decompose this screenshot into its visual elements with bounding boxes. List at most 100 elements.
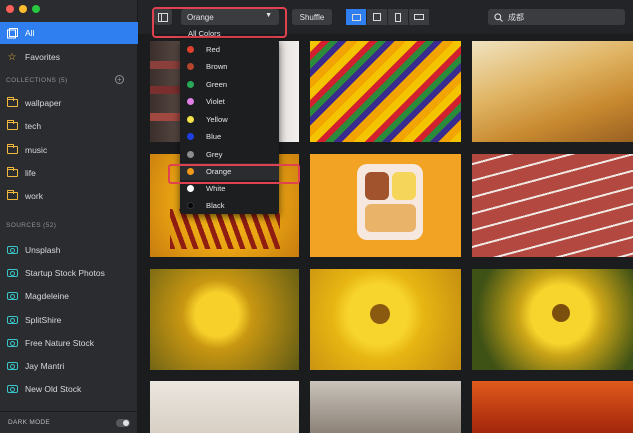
color-swatch <box>187 46 194 53</box>
sidebar-item-splitshire[interactable]: SplitShire <box>0 309 138 331</box>
photo-tile[interactable] <box>310 269 461 370</box>
folder-icon <box>6 144 18 156</box>
search-icon <box>494 12 503 22</box>
folder-icon <box>6 167 18 179</box>
color-swatch <box>187 185 194 192</box>
photo-tile[interactable] <box>472 41 633 142</box>
close-window-button[interactable] <box>6 5 14 13</box>
color-option-label: White <box>206 184 226 193</box>
sidebar-item-startup-stock-photos[interactable]: Startup Stock Photos <box>0 262 138 284</box>
star-icon: ☆ <box>7 51 17 63</box>
sidebar-item-wallpaper[interactable]: wallpaper <box>0 92 138 114</box>
sidebar-item-work[interactable]: work <box>0 185 138 207</box>
color-swatch <box>187 116 194 123</box>
photo-tile[interactable] <box>310 154 461 257</box>
photos-icon <box>6 27 18 39</box>
sidebar-item-label: Jay Mantri <box>25 361 65 371</box>
photo-tile[interactable] <box>150 269 299 370</box>
color-option-black[interactable]: Black <box>180 197 279 214</box>
camera-icon <box>6 290 18 302</box>
photo-tile[interactable] <box>472 381 633 433</box>
color-option-label: Grey <box>206 150 223 159</box>
sidebar-item-label: life <box>25 168 36 178</box>
collections-header: COLLECTIONS (5) + <box>6 75 132 84</box>
sidebar-item-music[interactable]: music <box>0 139 138 161</box>
dark-mode-label: DARK MODE <box>8 419 51 426</box>
shuffle-button[interactable]: Shuffle <box>292 9 332 25</box>
collections-header-label: COLLECTIONS (5) <box>6 77 68 84</box>
zoom-window-button[interactable] <box>32 5 40 13</box>
color-option-green[interactable]: Green <box>180 76 279 93</box>
color-option-brown[interactable]: Brown <box>180 58 279 75</box>
add-collection-icon[interactable]: + <box>115 75 124 84</box>
sidebar-item-new-old-stock[interactable]: New Old Stock <box>0 378 138 400</box>
color-option-label: Red <box>206 45 220 54</box>
photo-tile[interactable] <box>472 154 633 257</box>
search-input[interactable]: 成都 <box>508 12 524 23</box>
sidebar-item-unsplash[interactable]: Unsplash <box>0 239 138 261</box>
color-swatch <box>187 81 194 88</box>
dark-mode-row: DARK MODE <box>0 411 138 433</box>
sidebar-item-label: New Old Stock <box>25 384 82 394</box>
color-option-grey[interactable]: Grey <box>180 146 279 163</box>
color-option-label: Black <box>206 201 225 210</box>
color-swatch <box>187 133 194 140</box>
sidebar-item-life[interactable]: life <box>0 162 138 184</box>
layout-square-button[interactable] <box>367 9 387 25</box>
photo-tile[interactable] <box>150 381 299 433</box>
sidebar-item-label: music <box>25 145 48 155</box>
sidebar-item-favorites[interactable]: ☆ Favorites <box>0 46 138 68</box>
camera-icon <box>6 244 18 256</box>
color-option-yellow[interactable]: Yellow <box>180 111 279 128</box>
color-option-red[interactable]: Red <box>180 41 279 58</box>
photo-tile[interactable] <box>310 381 461 433</box>
layout-landscape-button[interactable] <box>409 9 429 25</box>
color-option-label: Brown <box>206 62 228 71</box>
color-dropdown-menu: Red Brown Green Violet Yellow Blue Grey <box>180 39 279 214</box>
layout-portrait-button[interactable] <box>388 9 408 25</box>
color-option-label: Blue <box>206 132 222 141</box>
search-field[interactable]: 成都 <box>488 9 625 25</box>
layout-grid-button[interactable] <box>346 9 366 25</box>
sidebar-item-magdeleine[interactable]: Magdeleine <box>0 285 138 307</box>
sidebar-item-label: Magdeleine <box>25 291 69 301</box>
sources-header: SOURCES (52) <box>6 222 57 229</box>
photo-tile[interactable] <box>472 269 633 370</box>
selected-option-highlight <box>168 164 300 184</box>
camera-icon <box>6 267 18 279</box>
sidebar: All ☆ Favorites COLLECTIONS (5) + wallpa… <box>0 0 138 433</box>
color-swatch <box>187 98 194 105</box>
color-option-blue[interactable]: Blue <box>180 128 279 145</box>
color-option-violet[interactable]: Violet <box>180 93 279 110</box>
color-swatch <box>187 63 194 70</box>
color-option-label: Yellow <box>206 115 228 124</box>
app-window: All ☆ Favorites COLLECTIONS (5) + wallpa… <box>0 0 633 433</box>
sidebar-item-label: work <box>25 191 43 201</box>
sidebar-item-label: All <box>25 28 35 38</box>
layout-switcher <box>346 9 430 25</box>
camera-icon <box>6 314 18 326</box>
window-controls <box>6 5 40 13</box>
photo-tile[interactable] <box>310 41 461 142</box>
color-swatch <box>187 202 194 209</box>
sidebar-item-label: Free Nature Stock <box>25 338 94 348</box>
sidebar-item-label: Favorites <box>25 52 60 62</box>
camera-icon <box>6 383 18 395</box>
sidebar-item-free-nature-stock[interactable]: Free Nature Stock <box>0 332 138 354</box>
dark-mode-toggle[interactable] <box>116 419 130 427</box>
dropdown-header-all-colors[interactable]: All Colors <box>188 29 221 38</box>
sidebar-item-tech[interactable]: tech <box>0 115 138 137</box>
folder-icon <box>6 120 18 132</box>
sidebar-item-label: wallpaper <box>25 98 62 108</box>
camera-icon <box>6 337 18 349</box>
minimize-window-button[interactable] <box>19 5 27 13</box>
color-option-label: Violet <box>206 97 225 106</box>
sidebar-item-label: SplitShire <box>25 315 62 325</box>
folder-icon <box>6 97 18 109</box>
sidebar-item-all[interactable]: All <box>0 22 138 44</box>
color-swatch <box>187 151 194 158</box>
camera-icon <box>6 360 18 372</box>
color-option-label: Green <box>206 80 228 89</box>
folder-icon <box>6 190 18 202</box>
sidebar-item-jay-mantri[interactable]: Jay Mantri <box>0 355 138 377</box>
